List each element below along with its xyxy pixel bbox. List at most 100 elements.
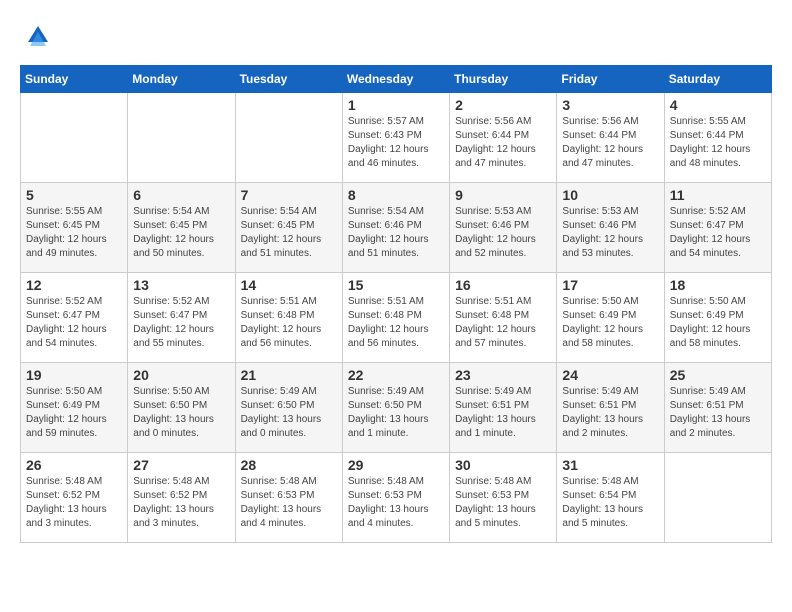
day-info: Sunrise: 5:52 AM Sunset: 6:47 PM Dayligh… xyxy=(670,205,766,261)
calendar-cell: 7 Sunrise: 5:54 AM Sunset: 6:45 PM Daylig… xyxy=(235,183,342,273)
calendar-cell: 2 Sunrise: 5:56 AM Sunset: 6:44 PM Daylig… xyxy=(450,93,557,183)
day-number: 30 xyxy=(455,457,551,473)
day-number: 29 xyxy=(348,457,444,473)
calendar-cell: 20 Sunrise: 5:50 AM Sunset: 6:50 PM Dayli… xyxy=(128,363,235,453)
day-info: Sunrise: 5:48 AM Sunset: 6:53 PM Dayligh… xyxy=(455,475,551,531)
day-number: 11 xyxy=(670,187,766,203)
calendar-day-header: Wednesday xyxy=(342,66,449,93)
day-info: Sunrise: 5:52 AM Sunset: 6:47 PM Dayligh… xyxy=(133,295,229,351)
calendar-cell: 31Sunrise: 5:48 AM Sunset: 6:54 PM Dayli… xyxy=(557,453,664,543)
calendar-cell: 26 Sunrise: 5:48 AM Sunset: 6:52 PM Dayli… xyxy=(21,453,128,543)
day-number: 25 xyxy=(670,367,766,383)
day-number: 22 xyxy=(348,367,444,383)
calendar-cell: 22Sunrise: 5:49 AM Sunset: 6:50 PM Dayli… xyxy=(342,363,449,453)
calendar-cell: 24 Sunrise: 5:49 AM Sunset: 6:51 PM Dayli… xyxy=(557,363,664,453)
day-info: Sunrise: 5:51 AM Sunset: 6:48 PM Dayligh… xyxy=(455,295,551,351)
calendar-cell: 27 Sunrise: 5:48 AM Sunset: 6:52 PM Dayli… xyxy=(128,453,235,543)
day-number: 6 xyxy=(133,187,229,203)
calendar-cell: 9 Sunrise: 5:53 AM Sunset: 6:46 PM Daylig… xyxy=(450,183,557,273)
calendar-cell: 25 Sunrise: 5:49 AM Sunset: 6:51 PM Dayli… xyxy=(664,363,771,453)
calendar-cell: 14 Sunrise: 5:51 AM Sunset: 6:48 PM Dayli… xyxy=(235,273,342,363)
day-info: Sunrise: 5:54 AM Sunset: 6:46 PM Dayligh… xyxy=(348,205,444,261)
calendar-week-row: 26 Sunrise: 5:48 AM Sunset: 6:52 PM Dayli… xyxy=(21,453,772,543)
day-number: 23 xyxy=(455,367,551,383)
calendar-cell: 17 Sunrise: 5:50 AM Sunset: 6:49 PM Dayli… xyxy=(557,273,664,363)
day-info: Sunrise: 5:57 AM Sunset: 6:43 PM Dayligh… xyxy=(348,115,444,171)
day-info: Sunrise: 5:49 AM Sunset: 6:50 PM Dayligh… xyxy=(241,385,337,441)
day-info: Sunrise: 5:52 AM Sunset: 6:47 PM Dayligh… xyxy=(26,295,122,351)
calendar-cell: 21Sunrise: 5:49 AM Sunset: 6:50 PM Dayli… xyxy=(235,363,342,453)
calendar-cell: 10 Sunrise: 5:53 AM Sunset: 6:46 PM Dayli… xyxy=(557,183,664,273)
day-number: 26 xyxy=(26,457,122,473)
day-info: Sunrise: 5:49 AM Sunset: 6:51 PM Dayligh… xyxy=(562,385,658,441)
calendar-cell: 19Sunrise: 5:50 AM Sunset: 6:49 PM Dayli… xyxy=(21,363,128,453)
calendar-day-header: Saturday xyxy=(664,66,771,93)
day-info: Sunrise: 5:55 AM Sunset: 6:45 PM Dayligh… xyxy=(26,205,122,261)
day-number: 18 xyxy=(670,277,766,293)
calendar-cell: 12 Sunrise: 5:52 AM Sunset: 6:47 PM Dayli… xyxy=(21,273,128,363)
day-number: 8 xyxy=(348,187,444,203)
day-number: 17 xyxy=(562,277,658,293)
day-number: 28 xyxy=(241,457,337,473)
calendar-cell: 6Sunrise: 5:54 AM Sunset: 6:45 PM Daylig… xyxy=(128,183,235,273)
calendar-cell: 1 Sunrise: 5:57 AM Sunset: 6:43 PM Daylig… xyxy=(342,93,449,183)
day-number: 16 xyxy=(455,277,551,293)
day-number: 14 xyxy=(241,277,337,293)
day-info: Sunrise: 5:53 AM Sunset: 6:46 PM Dayligh… xyxy=(455,205,551,261)
day-info: Sunrise: 5:50 AM Sunset: 6:49 PM Dayligh… xyxy=(670,295,766,351)
day-info: Sunrise: 5:48 AM Sunset: 6:53 PM Dayligh… xyxy=(348,475,444,531)
day-number: 5 xyxy=(26,187,122,203)
day-info: Sunrise: 5:48 AM Sunset: 6:53 PM Dayligh… xyxy=(241,475,337,531)
day-number: 31 xyxy=(562,457,658,473)
day-info: Sunrise: 5:55 AM Sunset: 6:44 PM Dayligh… xyxy=(670,115,766,171)
day-number: 9 xyxy=(455,187,551,203)
day-number: 3 xyxy=(562,97,658,113)
day-number: 24 xyxy=(562,367,658,383)
day-info: Sunrise: 5:51 AM Sunset: 6:48 PM Dayligh… xyxy=(348,295,444,351)
calendar-cell: 15 Sunrise: 5:51 AM Sunset: 6:48 PM Dayli… xyxy=(342,273,449,363)
calendar-week-row: 1 Sunrise: 5:57 AM Sunset: 6:43 PM Daylig… xyxy=(21,93,772,183)
day-info: Sunrise: 5:50 AM Sunset: 6:49 PM Dayligh… xyxy=(562,295,658,351)
calendar-day-header: Thursday xyxy=(450,66,557,93)
logo xyxy=(20,20,52,55)
calendar-day-header: Friday xyxy=(557,66,664,93)
day-number: 1 xyxy=(348,97,444,113)
day-info: Sunrise: 5:53 AM Sunset: 6:46 PM Dayligh… xyxy=(562,205,658,261)
day-info: Sunrise: 5:56 AM Sunset: 6:44 PM Dayligh… xyxy=(562,115,658,171)
calendar-cell xyxy=(128,93,235,183)
calendar-week-row: 19Sunrise: 5:50 AM Sunset: 6:49 PM Dayli… xyxy=(21,363,772,453)
day-info: Sunrise: 5:51 AM Sunset: 6:48 PM Dayligh… xyxy=(241,295,337,351)
calendar-cell: 8 Sunrise: 5:54 AM Sunset: 6:46 PM Daylig… xyxy=(342,183,449,273)
calendar-header-row: SundayMondayTuesdayWednesdayThursdayFrid… xyxy=(21,66,772,93)
day-number: 13 xyxy=(133,277,229,293)
day-number: 7 xyxy=(241,187,337,203)
day-number: 19 xyxy=(26,367,122,383)
page-header xyxy=(20,20,772,55)
calendar-cell: 5 Sunrise: 5:55 AM Sunset: 6:45 PM Daylig… xyxy=(21,183,128,273)
day-info: Sunrise: 5:48 AM Sunset: 6:52 PM Dayligh… xyxy=(26,475,122,531)
calendar-day-header: Sunday xyxy=(21,66,128,93)
day-number: 15 xyxy=(348,277,444,293)
calendar-cell: 4Sunrise: 5:55 AM Sunset: 6:44 PM Daylig… xyxy=(664,93,771,183)
calendar-cell: 16 Sunrise: 5:51 AM Sunset: 6:48 PM Dayli… xyxy=(450,273,557,363)
calendar-cell xyxy=(664,453,771,543)
day-info: Sunrise: 5:54 AM Sunset: 6:45 PM Dayligh… xyxy=(241,205,337,261)
calendar-cell: 28 Sunrise: 5:48 AM Sunset: 6:53 PM Dayli… xyxy=(235,453,342,543)
logo-icon xyxy=(24,22,52,55)
day-number: 27 xyxy=(133,457,229,473)
day-number: 2 xyxy=(455,97,551,113)
day-number: 20 xyxy=(133,367,229,383)
day-info: Sunrise: 5:56 AM Sunset: 6:44 PM Dayligh… xyxy=(455,115,551,171)
day-info: Sunrise: 5:48 AM Sunset: 6:52 PM Dayligh… xyxy=(133,475,229,531)
day-number: 10 xyxy=(562,187,658,203)
calendar-week-row: 12 Sunrise: 5:52 AM Sunset: 6:47 PM Dayli… xyxy=(21,273,772,363)
calendar-cell: 11 Sunrise: 5:52 AM Sunset: 6:47 PM Dayli… xyxy=(664,183,771,273)
day-info: Sunrise: 5:50 AM Sunset: 6:50 PM Dayligh… xyxy=(133,385,229,441)
calendar-cell: 13 Sunrise: 5:52 AM Sunset: 6:47 PM Dayli… xyxy=(128,273,235,363)
day-info: Sunrise: 5:49 AM Sunset: 6:51 PM Dayligh… xyxy=(455,385,551,441)
calendar-cell: 29 Sunrise: 5:48 AM Sunset: 6:53 PM Dayli… xyxy=(342,453,449,543)
calendar-week-row: 5 Sunrise: 5:55 AM Sunset: 6:45 PM Daylig… xyxy=(21,183,772,273)
day-number: 12 xyxy=(26,277,122,293)
calendar-cell xyxy=(235,93,342,183)
day-info: Sunrise: 5:49 AM Sunset: 6:51 PM Dayligh… xyxy=(670,385,766,441)
